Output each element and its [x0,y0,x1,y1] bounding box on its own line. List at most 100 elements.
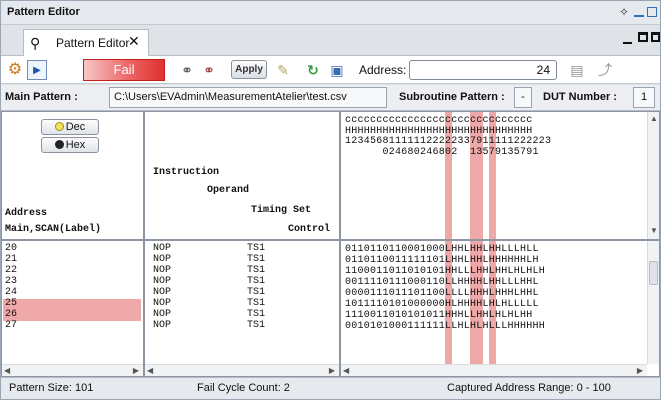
address-horizontal-scrollbar[interactable]: ◀ ▶ [2,364,143,376]
scroll-left-icon[interactable]: ◀ [343,366,349,375]
fail-row-highlight [3,310,141,321]
table-row-instruction[interactable]: NOP [153,254,171,266]
fail-status-indicator: Fail [83,59,165,81]
timing-set-column-header: Timing Set [251,205,312,216]
scroll-down-icon[interactable]: ▼ [650,226,658,235]
refresh-icon[interactable]: ↻ [303,60,323,80]
run-icon[interactable]: ▶ [27,60,47,80]
tab-pattern-editor[interactable]: ⚲ Pattern Editor ✕ [23,29,149,56]
find-next-icon[interactable]: ⚭ [199,60,219,80]
status-bar: Pattern Size: 101 Fail Cycle Count: 2 Ca… [1,377,660,399]
pin-header-line: cccccccccccccccccccccccccccccc [345,115,533,126]
panel-minimize-icon[interactable] [623,34,632,44]
table-row-address[interactable]: 22 [5,265,17,277]
jump-icon[interactable]: ⤴ [595,60,615,80]
pattern-grid: Dec Hex Address Main,SCAN(Label) Instruc… [1,111,660,377]
table-row-instruction[interactable]: NOP [153,243,171,255]
table-row-timing-set[interactable]: TS1 [247,243,265,255]
table-row-bits[interactable]: 1110011010101011HHHLLHHLHLHLHH [345,310,533,321]
radix-hex-radio[interactable]: Hex [41,137,99,153]
table-row-timing-set[interactable]: TS1 [247,265,265,277]
scroll-thumb[interactable] [649,261,658,285]
pin-bit-header: cccccccccccccccccccccccccccccc HHHHHHHHHH… [340,111,660,240]
table-row-timing-set[interactable]: TS1 [247,309,265,321]
table-row-address[interactable]: 23 [5,276,17,288]
table-row-address[interactable]: 24 [5,287,17,299]
table-row-instruction[interactable]: NOP [153,265,171,277]
table-row-instruction[interactable]: NOP [153,276,171,288]
table-row-bits[interactable]: 1100011011010101HHLLLHHLHHLHLHLH [345,266,545,277]
instruction-header: Instruction Operand Timing Set Control [144,111,340,240]
table-row-instruction[interactable]: NOP [153,287,171,299]
table-row-timing-set[interactable]: TS1 [247,254,265,266]
dut-number-label: DUT Number : [543,91,617,103]
table-row-instruction[interactable]: NOP [153,320,171,332]
pattern-info-bar: Main Pattern : C:\Users\EVAdmin\Measurem… [1,85,660,111]
panel-maximize-icon[interactable] [651,32,660,42]
window-title: Pattern Editor [7,6,80,18]
dut-number-value[interactable]: 1 [633,87,655,108]
data-horizontal-scrollbar[interactable]: ◀ ▶ [341,364,647,376]
address-column-header: Address [5,208,48,219]
table-row-address[interactable]: 21 [5,254,17,266]
table-row-instruction[interactable]: NOP [153,309,171,321]
table-row-timing-set[interactable]: TS1 [247,320,265,332]
table-row-timing-set[interactable]: TS1 [247,287,265,299]
table-row-bits[interactable]: 0011110111000110LLHHHHLHHLLLHHL [345,277,539,288]
apply-button[interactable]: Apply [231,60,267,79]
header-vertical-scrollbar[interactable]: ▲ ▼ [647,112,659,239]
minimize-icon[interactable] [634,5,644,17]
pin-header-line: HHHHHHHHHHHHHHHHHHHHHHHHHHHHHH [345,125,533,137]
subroutine-pattern-value: - [514,87,532,108]
main-pattern-label: Main Pattern : [5,91,78,103]
gear-icon[interactable]: ⚙ [5,60,25,80]
table-row-address[interactable]: 27 [5,320,17,332]
close-icon[interactable]: ✕ [128,33,140,50]
panel-restore-icon[interactable] [638,32,648,42]
instruction-column-header: Instruction [153,167,220,178]
address-column: 20 21 22 23 24 25 26 27 ◀ ▶ [1,240,144,377]
address-header: Dec Hex Address Main,SCAN(Label) [1,111,144,240]
table-row-instruction[interactable]: NOP [153,298,171,310]
fail-cycle-count: Fail Cycle Count: 2 [197,382,290,394]
pin-bit-data: 0110110110001000LHHLHHLHHLLLHLL 011011001… [340,240,660,377]
save-icon[interactable]: ▣ [327,60,347,80]
goto-address-icon[interactable]: ▤ [567,60,587,80]
radio-unselected-icon [54,122,64,131]
pin-icon[interactable]: ✧ [619,5,629,19]
table-row-bits[interactable]: 0110110110001000LHHLHHLHHLLLHLL [345,244,539,255]
captured-address-range: Captured Address Range: 0 - 100 [447,382,611,394]
tab-label: Pattern Editor [56,36,130,50]
scroll-right-icon[interactable]: ▶ [329,366,335,375]
instruction-horizontal-scrollbar[interactable]: ◀ ▶ [145,364,339,376]
title-bar: Pattern Editor ✧ [1,1,660,25]
table-row-bits[interactable]: 0010101000111111LLHLHLHLLLHHHHHH [345,321,545,332]
table-row-timing-set[interactable]: TS1 [247,298,265,310]
maximize-icon[interactable] [647,7,657,17]
address-input[interactable]: 24 [409,60,557,80]
table-row-address[interactable]: 25 [5,298,17,310]
label-column-header: Main,SCAN(Label) [5,224,102,235]
table-row-bits[interactable]: 0000111011101100LLLLHHHLHHHLHHL [345,288,539,299]
tab-strip: ⚲ Pattern Editor ✕ [1,26,660,56]
address-label: Address: [359,63,407,77]
clear-icon[interactable]: ✎ [273,60,293,80]
scroll-left-icon[interactable]: ◀ [147,366,153,375]
scroll-right-icon[interactable]: ▶ [637,366,643,375]
table-row-bits[interactable]: 0110110011111101LHHLHHLHHHHHHLH [345,255,539,266]
scroll-right-icon[interactable]: ▶ [133,366,139,375]
find-icon[interactable]: ⚭ [177,60,197,80]
table-row-address[interactable]: 26 [5,309,17,321]
table-row-address[interactable]: 20 [5,243,17,255]
scroll-up-icon[interactable]: ▲ [650,114,658,123]
radio-selected-icon [54,140,64,149]
pin-header-line: 024680246802 13579135791 [345,146,539,158]
scroll-left-icon[interactable]: ◀ [4,366,10,375]
control-column-header: Control [288,224,331,235]
pin-header-line: 123456811111122222337911111222223 [345,136,552,147]
radix-hex-label: Hex [65,139,86,151]
radix-dec-radio[interactable]: Dec [41,119,99,135]
table-row-bits[interactable]: 1011110101000000HLHHHHLHLHLLLLL [345,299,539,310]
data-vertical-scrollbar[interactable] [647,241,659,364]
table-row-timing-set[interactable]: TS1 [247,276,265,288]
